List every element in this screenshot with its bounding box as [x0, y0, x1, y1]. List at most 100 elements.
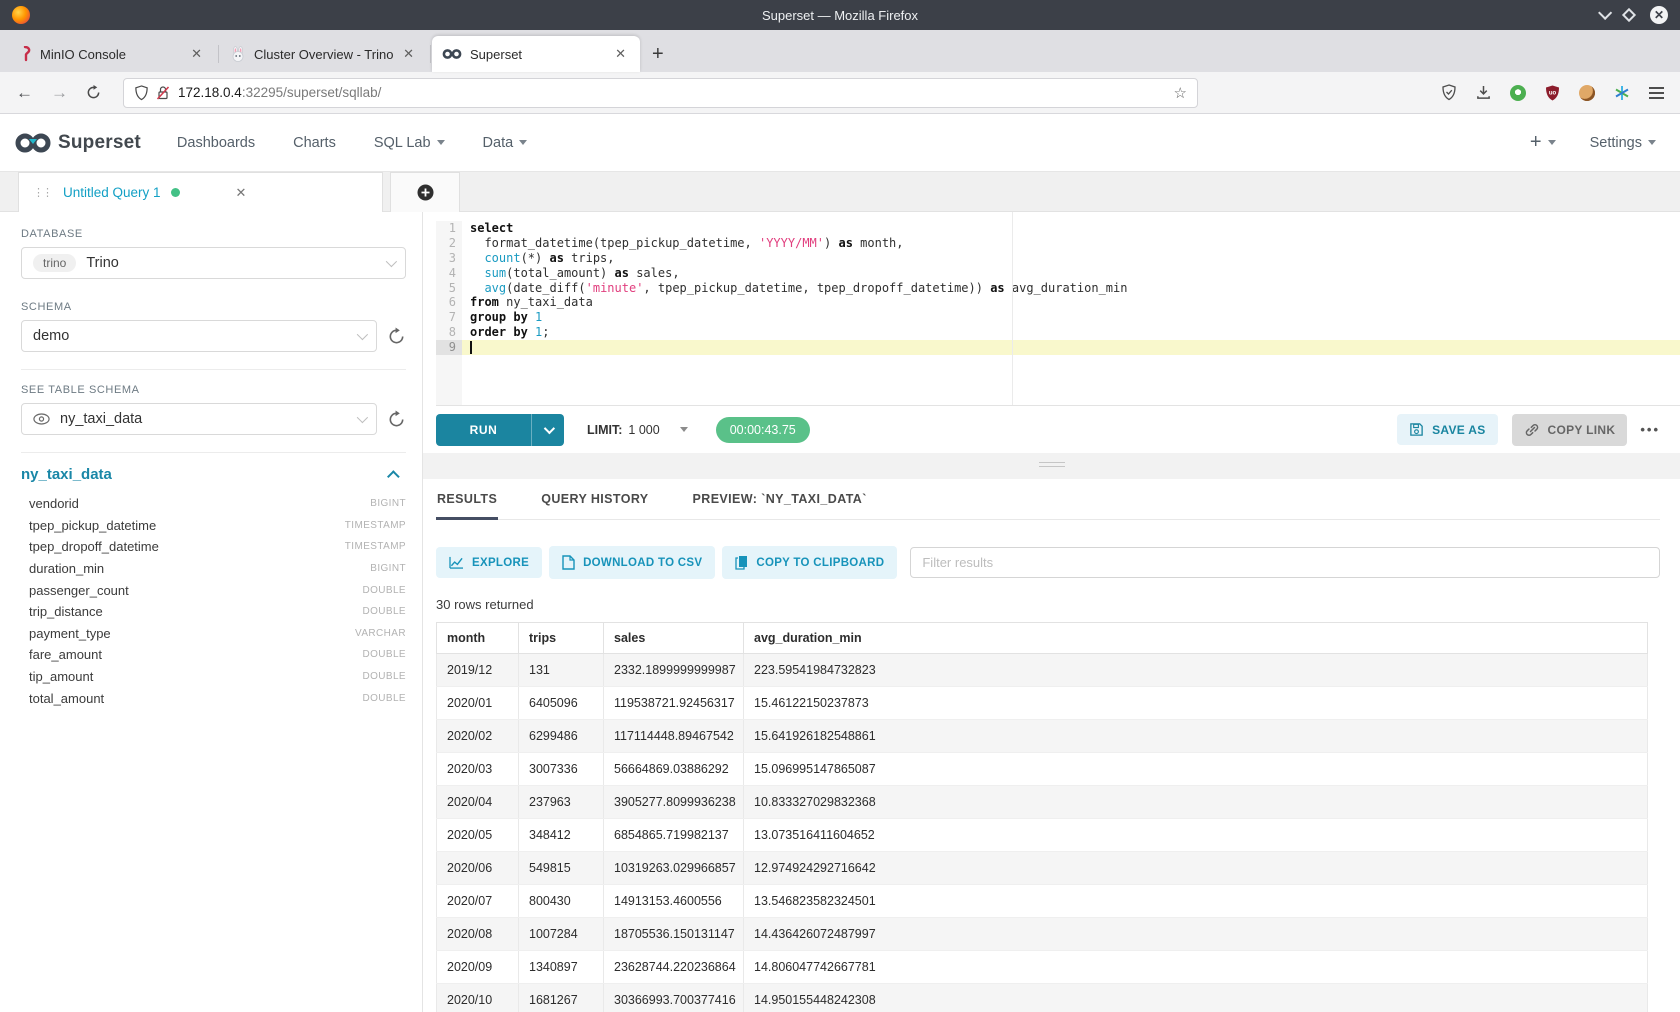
pocket-shield-icon[interactable]: [1441, 84, 1457, 101]
table-column-row[interactable]: passenger_countDOUBLE: [21, 579, 406, 601]
query-tab-active[interactable]: ⋮⋮ Untitled Query 1 ✕: [18, 172, 383, 212]
ublock-shield-icon[interactable]: uo: [1545, 85, 1560, 101]
code-line[interactable]: count(*) as trips,: [462, 251, 1680, 266]
results-column-header[interactable]: trips: [519, 623, 604, 654]
results-row[interactable]: 2020/0780043014913153.460055613.54682358…: [437, 885, 1648, 918]
downloads-icon[interactable]: [1476, 85, 1491, 100]
results-column-header[interactable]: sales: [604, 623, 744, 654]
new-tab-button[interactable]: +: [644, 43, 676, 72]
filter-results-input[interactable]: [910, 547, 1660, 578]
drag-grip-icon[interactable]: ⋮⋮: [33, 186, 51, 199]
superset-logo[interactable]: Superset: [14, 131, 141, 155]
table-column-row[interactable]: vendoridBIGINT: [21, 493, 406, 515]
code-line[interactable]: order by 1;: [462, 325, 1680, 340]
cookie-extension-icon[interactable]: [1579, 85, 1595, 101]
multicolor-asterisk-icon[interactable]: [1614, 85, 1630, 101]
window-maximize-button[interactable]: [1622, 8, 1636, 22]
limit-dropdown[interactable]: LIMIT: 1 000: [587, 423, 688, 437]
results-column-header[interactable]: avg_duration_min: [744, 623, 1648, 654]
lock-insecure-icon[interactable]: [156, 85, 170, 101]
query-tab-close-icon[interactable]: ✕: [236, 185, 247, 201]
download-csv-button[interactable]: DOWNLOAD TO CSV: [549, 546, 715, 579]
save-as-button[interactable]: SAVE AS: [1397, 414, 1497, 445]
code-line[interactable]: avg(date_diff('minute', tpep_pickup_date…: [462, 281, 1680, 296]
code-line[interactable]: group by 1: [462, 310, 1680, 325]
results-row[interactable]: 2020/03300733656664869.0388629215.096995…: [437, 753, 1648, 786]
results-row[interactable]: 2020/053484126854865.71998213713.0735164…: [437, 819, 1648, 852]
bookmark-star-icon[interactable]: ☆: [1174, 84, 1187, 102]
table-column-row[interactable]: fare_amountDOUBLE: [21, 644, 406, 666]
table-column-row[interactable]: tpep_dropoff_datetimeTIMESTAMP: [21, 536, 406, 558]
table-column-row[interactable]: trip_distanceDOUBLE: [21, 601, 406, 623]
browser-tabstrip: MinIO Console ✕ Cluster Overview - Trino…: [0, 30, 1680, 72]
results-row[interactable]: 2020/026299486117114448.8946754215.64192…: [437, 720, 1648, 753]
schema-select[interactable]: demo: [21, 320, 377, 352]
extension-green-icon[interactable]: [1510, 85, 1526, 101]
tab-close-icon[interactable]: ✕: [399, 46, 418, 62]
run-options-split-button[interactable]: [531, 414, 564, 446]
results-row[interactable]: 2020/042379633905277.809993623810.833327…: [437, 786, 1648, 819]
results-row[interactable]: 2019/121312332.1899999999987223.59541984…: [437, 654, 1648, 687]
code-line[interactable]: from ny_taxi_data: [462, 295, 1680, 310]
window-close-button[interactable]: ✕: [1650, 6, 1668, 24]
nav-data[interactable]: Data: [483, 135, 528, 151]
copy-link-button[interactable]: COPY LINK: [1512, 414, 1628, 446]
results-tab-query-history[interactable]: QUERY HISTORY: [540, 485, 649, 519]
add-new-button[interactable]: +: [1530, 131, 1556, 154]
results-row[interactable]: 2020/08100728418705536.15013114714.43642…: [437, 918, 1648, 951]
table-select[interactable]: ny_taxi_data: [21, 403, 377, 435]
code-line[interactable]: [462, 340, 1680, 355]
forward-button[interactable]: →: [51, 83, 68, 103]
hamburger-menu-icon[interactable]: [1649, 87, 1664, 99]
line-number: 9: [436, 340, 462, 355]
pane-splitter[interactable]: [423, 453, 1680, 479]
results-row[interactable]: 2020/016405096119538721.9245631715.46122…: [437, 687, 1648, 720]
sql-editor[interactable]: 123456789 select format_datetime(tpep_pi…: [436, 212, 1680, 406]
column-type: BIGINT: [370, 563, 406, 574]
refresh-schema-icon[interactable]: [387, 327, 406, 346]
table-column-row[interactable]: payment_typeVARCHAR: [21, 623, 406, 645]
code-line[interactable]: format_datetime(tpep_pickup_datetime, 'Y…: [462, 236, 1680, 251]
results-cell: 15.096995147865087: [744, 753, 1648, 786]
results-row[interactable]: 2020/10168126730366993.70037741614.95015…: [437, 984, 1648, 1012]
editor-code[interactable]: select format_datetime(tpep_pickup_datet…: [462, 221, 1680, 405]
copy-clipboard-button[interactable]: COPY TO CLIPBOARD: [722, 546, 897, 579]
results-column-header[interactable]: month: [437, 623, 519, 654]
new-query-tab-button[interactable]: [390, 172, 460, 212]
table-schema-title[interactable]: ny_taxi_data: [21, 466, 112, 483]
browser-tab-superset-active[interactable]: Superset ✕: [432, 36, 640, 72]
database-select[interactable]: trino Trino: [21, 247, 406, 279]
browser-tab-minio[interactable]: MinIO Console ✕: [8, 36, 216, 72]
drag-handle-icon[interactable]: [1039, 462, 1065, 479]
tab-close-icon[interactable]: ✕: [187, 46, 206, 62]
nav-charts[interactable]: Charts: [293, 135, 336, 151]
table-column-row[interactable]: tip_amountDOUBLE: [21, 666, 406, 688]
refresh-table-icon[interactable]: [387, 410, 406, 429]
settings-menu[interactable]: Settings: [1590, 135, 1656, 151]
table-column-row[interactable]: tpep_pickup_datetimeTIMESTAMP: [21, 515, 406, 537]
more-actions-button[interactable]: •••: [1640, 422, 1660, 437]
tab-close-icon[interactable]: ✕: [611, 46, 630, 62]
nav-dashboards[interactable]: Dashboards: [177, 135, 255, 151]
chevron-down-icon: [680, 427, 688, 432]
reload-button[interactable]: [86, 85, 101, 100]
run-button[interactable]: RUN: [436, 414, 564, 446]
results-row[interactable]: 2020/09134089723628744.22023686414.80604…: [437, 951, 1648, 984]
code-line[interactable]: select: [462, 221, 1680, 236]
shield-permissions-icon[interactable]: [134, 85, 149, 101]
nav-sql-lab[interactable]: SQL Lab: [374, 135, 445, 151]
table-column-row[interactable]: duration_minBIGINT: [21, 558, 406, 580]
explore-button[interactable]: EXPLORE: [436, 547, 542, 578]
column-type: DOUBLE: [362, 671, 406, 682]
divider: [21, 452, 406, 453]
table-column-row[interactable]: total_amountDOUBLE: [21, 687, 406, 709]
results-tab-results[interactable]: RESULTS: [436, 485, 498, 520]
url-bar[interactable]: 172.18.0.4:32295/superset/sqllab/ ☆: [123, 78, 1198, 108]
code-line[interactable]: sum(total_amount) as sales,: [462, 266, 1680, 281]
results-tab-preview[interactable]: PREVIEW: `NY_TAXI_DATA`: [692, 485, 868, 519]
back-button[interactable]: ←: [16, 83, 33, 103]
browser-tab-trino[interactable]: Cluster Overview - Trino ✕: [220, 36, 428, 72]
window-minimize-button[interactable]: [1598, 6, 1612, 20]
results-row[interactable]: 2020/0654981510319263.02996685712.974924…: [437, 852, 1648, 885]
collapse-chevron-icon[interactable]: [387, 470, 400, 483]
